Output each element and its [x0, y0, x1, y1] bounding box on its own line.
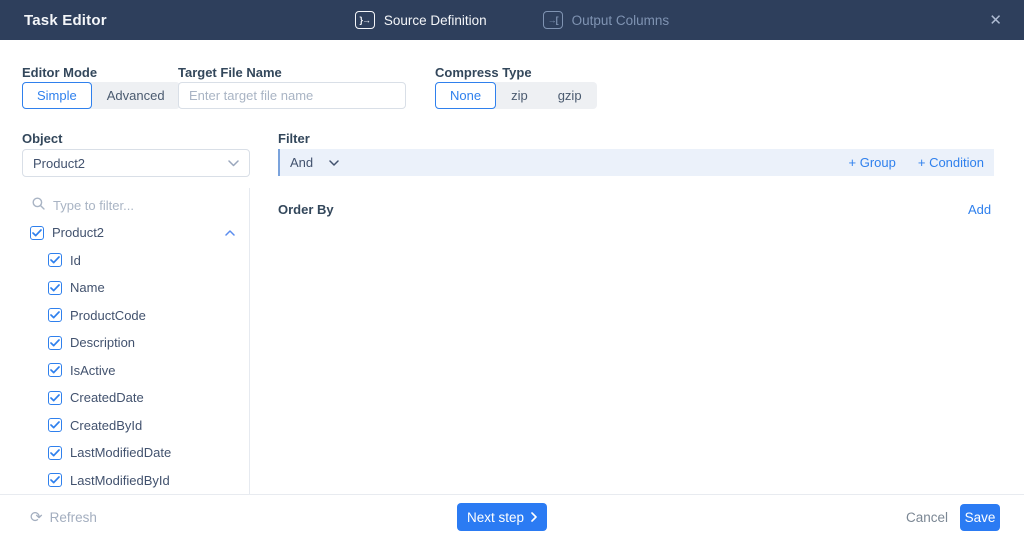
chevron-up-icon[interactable] [225, 230, 235, 236]
refresh-icon: ⟳ [30, 510, 43, 525]
checkbox-checked-icon[interactable] [48, 363, 62, 377]
output-columns-icon: →[ [543, 11, 563, 29]
cancel-button[interactable]: Cancel [906, 495, 948, 540]
tree-item-label: CreatedById [70, 418, 142, 433]
tree-item-label: IsActive [70, 363, 116, 378]
add-group-link[interactable]: + Group [849, 155, 896, 170]
save-button[interactable]: Save [960, 504, 1000, 531]
filter-operator-select[interactable]: And [290, 155, 339, 170]
checkbox-checked-icon[interactable] [30, 226, 44, 240]
add-condition-link[interactable]: + Condition [918, 155, 984, 170]
checkbox-checked-icon[interactable] [48, 391, 62, 405]
chevron-down-icon [228, 160, 239, 167]
chevron-right-icon [531, 512, 537, 522]
checkbox-checked-icon[interactable] [48, 308, 62, 322]
target-file-name-input[interactable] [178, 82, 406, 109]
refresh-label: Refresh [50, 510, 97, 525]
checkbox-checked-icon[interactable] [48, 446, 62, 460]
tree-item-lastmodifieddate[interactable]: LastModifiedDate [0, 439, 249, 467]
editor-mode-advanced-button[interactable]: Advanced [92, 82, 180, 109]
tab-source-definition-label: Source Definition [384, 13, 487, 28]
tree-item-label: CreatedDate [70, 390, 144, 405]
checkbox-checked-icon[interactable] [48, 418, 62, 432]
tree-item-isactive[interactable]: IsActive [0, 357, 249, 385]
tab-source-definition[interactable]: }→ Source Definition [355, 11, 487, 29]
tab-output-columns[interactable]: →[ Output Columns [543, 11, 670, 29]
tree-item-label: LastModifiedById [70, 473, 170, 488]
tree-item-lastmodifiedbyid[interactable]: LastModifiedById [0, 467, 249, 495]
editor-mode-toggle: Simple Advanced [22, 82, 180, 109]
tree-item-id[interactable]: Id [0, 247, 249, 275]
search-icon [32, 197, 45, 213]
refresh-button[interactable]: ⟳ Refresh [30, 495, 97, 540]
order-by-add-link[interactable]: Add [968, 202, 991, 217]
compress-type-label: Compress Type [435, 65, 532, 80]
checkbox-checked-icon[interactable] [48, 473, 62, 487]
checkbox-checked-icon[interactable] [48, 336, 62, 350]
compress-type-toggle: None zip gzip [435, 82, 597, 109]
object-select-value: Product2 [33, 156, 228, 171]
tree-item-label: LastModifiedDate [70, 445, 171, 460]
tree-item-description[interactable]: Description [0, 329, 249, 357]
header-tabs: }→ Source Definition →[ Output Columns [0, 0, 1024, 40]
tree-item-createddate[interactable]: CreatedDate [0, 384, 249, 412]
page-title: Task Editor [24, 12, 107, 29]
tree-item-productcode[interactable]: ProductCode [0, 302, 249, 330]
tree-item-label: Name [70, 280, 105, 295]
object-label: Object [22, 131, 62, 146]
tab-output-columns-label: Output Columns [572, 13, 670, 28]
tree-item-label: ProductCode [70, 308, 146, 323]
target-file-name-label: Target File Name [178, 65, 282, 80]
tree-root-product2[interactable]: Product2 [0, 219, 249, 247]
chevron-down-icon [329, 160, 339, 166]
checkbox-checked-icon[interactable] [48, 253, 62, 267]
tree-item-label: Description [70, 335, 135, 350]
filter-label: Filter [278, 131, 310, 146]
checkbox-checked-icon[interactable] [48, 281, 62, 295]
filter-operator-value: And [290, 155, 313, 170]
source-definition-icon: }→ [355, 11, 375, 29]
order-by-label: Order By [278, 202, 334, 217]
compress-none-button[interactable]: None [435, 82, 496, 109]
tree-filter-input[interactable] [53, 198, 213, 213]
tree-search [0, 188, 249, 219]
compress-gzip-button[interactable]: gzip [543, 82, 597, 109]
filter-bar: And + Group + Condition [278, 149, 994, 176]
tree-item-createdbyid[interactable]: CreatedById [0, 412, 249, 440]
compress-zip-button[interactable]: zip [496, 82, 543, 109]
tree-root-label: Product2 [52, 225, 104, 240]
tree-item-name[interactable]: Name [0, 274, 249, 302]
filter-links: + Group + Condition [849, 155, 984, 170]
next-step-button[interactable]: Next step [457, 503, 547, 531]
tree-item-label: Id [70, 253, 81, 268]
footer-bar: ⟳ Refresh Next step Cancel Save [0, 494, 1024, 539]
editor-mode-label: Editor Mode [22, 65, 97, 80]
editor-mode-simple-button[interactable]: Simple [22, 82, 92, 109]
header-bar: Task Editor }→ Source Definition →[ Outp… [0, 0, 1024, 40]
field-tree-panel: Product2 Id Name ProductCode Description… [0, 188, 250, 494]
object-select[interactable]: Product2 [22, 149, 250, 177]
close-icon[interactable]: ✕ [983, 0, 1008, 40]
next-step-label: Next step [467, 510, 524, 525]
